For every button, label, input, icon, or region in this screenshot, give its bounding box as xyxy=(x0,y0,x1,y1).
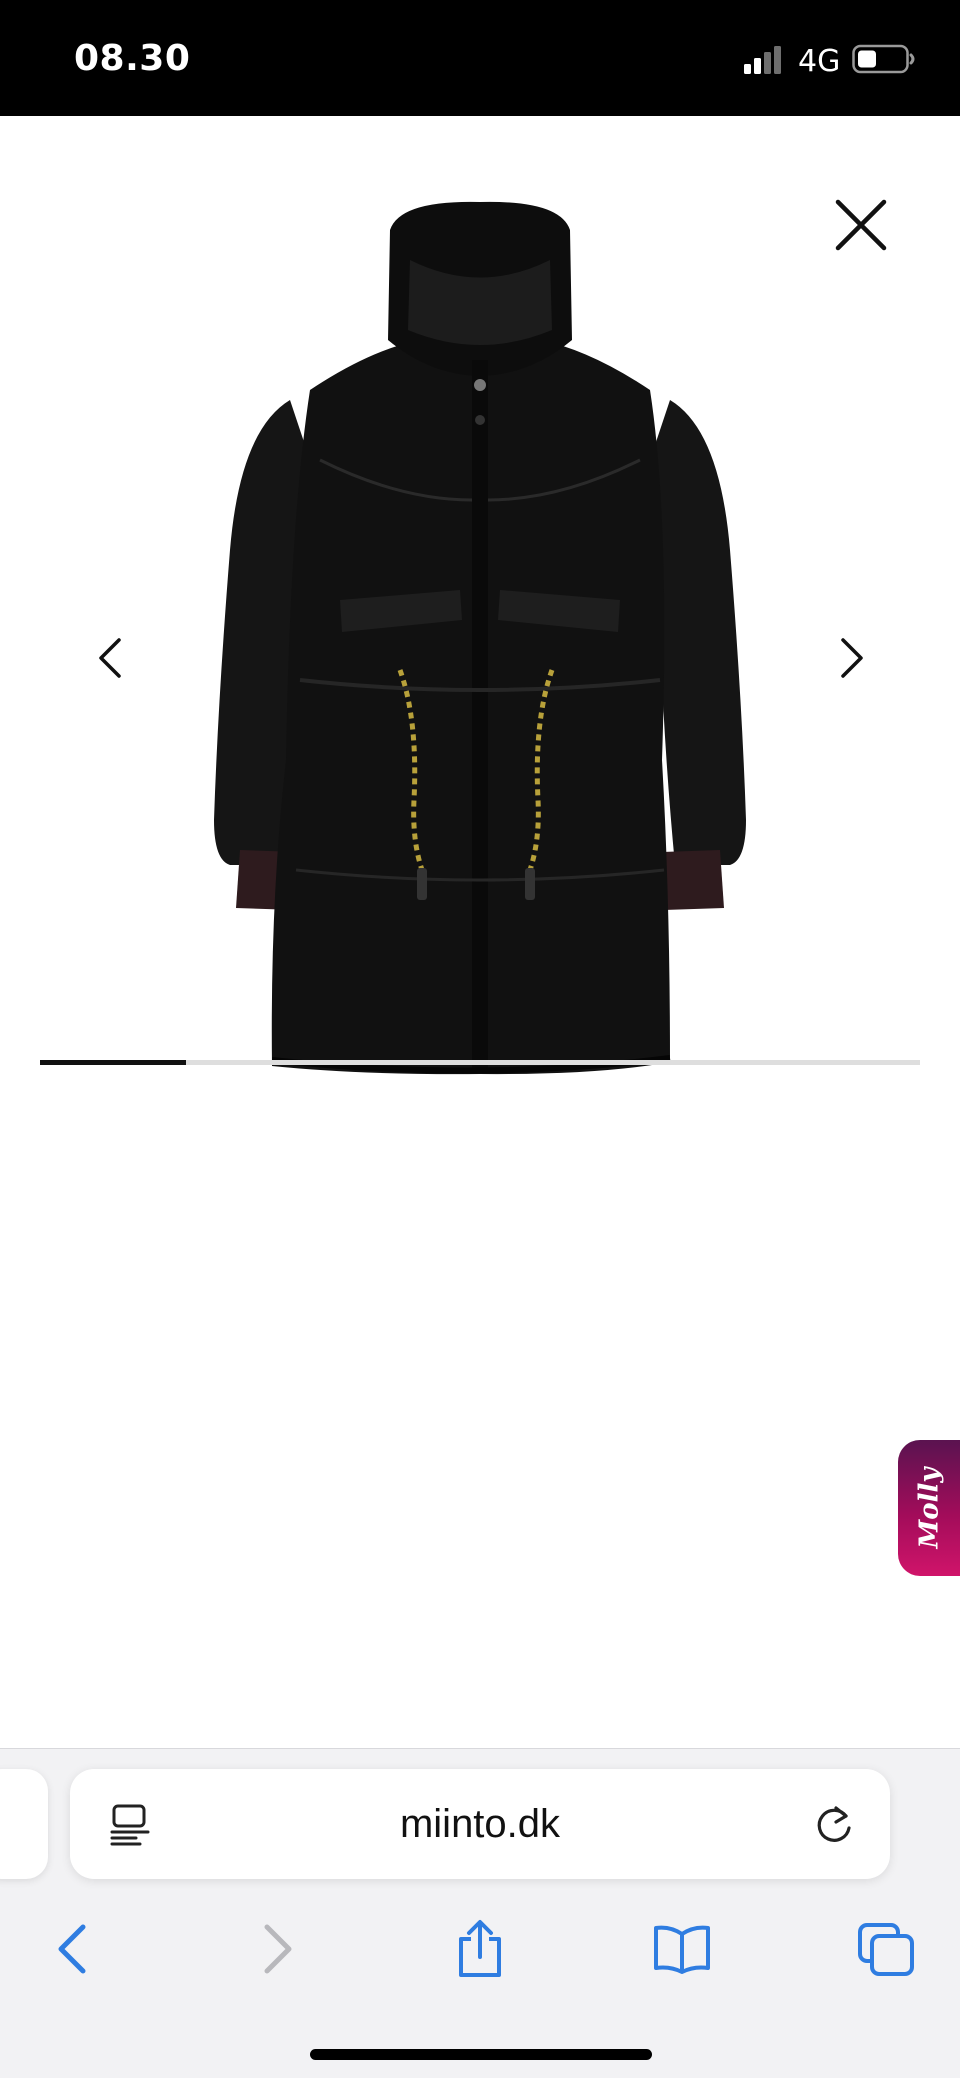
back-button[interactable] xyxy=(32,1909,112,1989)
next-image-button[interactable] xyxy=(824,618,880,698)
home-indicator[interactable] xyxy=(310,2049,652,2060)
browser-chrome: miinto.dk xyxy=(0,1748,960,2078)
previous-tab-preview[interactable] xyxy=(0,1769,48,1879)
network-label: 4G xyxy=(798,44,841,79)
image-progress-fill xyxy=(40,1060,187,1065)
bookmarks-icon xyxy=(654,1925,710,1974)
close-icon xyxy=(835,199,887,251)
image-progress-track xyxy=(40,1060,920,1065)
share-icon xyxy=(459,1920,501,1977)
chevron-right-icon xyxy=(841,638,863,678)
cellular-signal-icon xyxy=(744,46,781,74)
reader-mode-icon[interactable] xyxy=(110,1804,150,1846)
back-arrow-icon xyxy=(58,1924,86,1974)
tabs-icon xyxy=(858,1923,914,1976)
battery-icon xyxy=(852,44,915,74)
reload-icon[interactable] xyxy=(812,1802,856,1846)
status-time: 08.30 xyxy=(74,38,191,79)
forward-button[interactable] xyxy=(238,1909,318,1989)
status-bar: 08.30 4G xyxy=(0,0,960,116)
url-text: miinto.dk xyxy=(399,1802,561,1846)
product-image[interactable] xyxy=(200,200,760,1100)
chevron-left-icon xyxy=(99,638,121,678)
molly-label: Molly xyxy=(914,1467,945,1549)
molly-chat-button[interactable]: Molly xyxy=(898,1440,960,1576)
share-button[interactable] xyxy=(440,1909,520,1989)
bookmarks-button[interactable] xyxy=(642,1909,722,1989)
forward-arrow-icon xyxy=(264,1924,292,1974)
previous-image-button[interactable] xyxy=(82,618,138,698)
close-button[interactable] xyxy=(824,188,898,262)
address-bar[interactable]: miinto.dk xyxy=(70,1769,890,1879)
product-image-viewer: Molly xyxy=(0,116,960,1748)
tabs-button[interactable] xyxy=(846,1909,926,1989)
